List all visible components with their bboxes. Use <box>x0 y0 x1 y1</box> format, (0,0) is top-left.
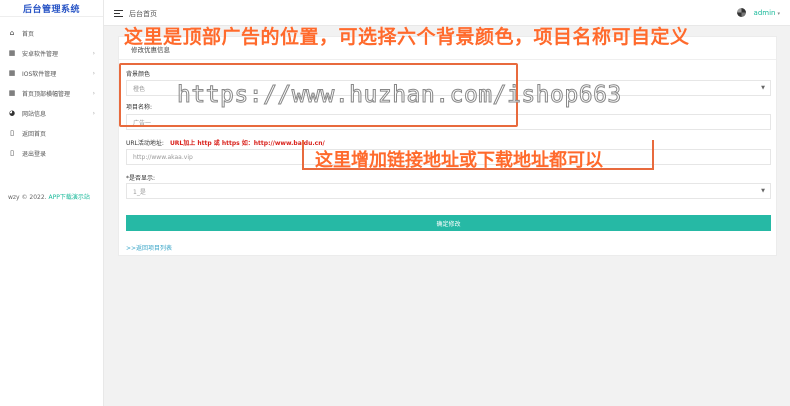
app-logo: 后台管理系统 <box>22 4 80 15</box>
chevron-right-icon: › <box>92 69 95 77</box>
logo-divider <box>0 16 103 17</box>
chevron-right-icon: › <box>92 49 95 57</box>
grid-icon: ▦ <box>8 69 16 77</box>
show-select[interactable]: 1_是 ▼ <box>126 183 771 199</box>
url-placeholder: http://www.akaa.vip <box>133 153 193 161</box>
breadcrumb[interactable]: 后台首页 <box>129 9 157 19</box>
show-label: *是否显示: <box>126 175 156 182</box>
grid-icon: ▦ <box>8 89 16 97</box>
sidebar: 后台管理系统 ⌂ 首页 ▦ 安卓软件管理 › ▦ IOS软件管理 › ▦ 首页顶… <box>0 0 104 406</box>
chevron-right-icon: › <box>92 109 95 117</box>
sidebar-item-home[interactable]: ⌂ 首页 <box>0 23 103 43</box>
user-menu[interactable]: admin ▾ <box>754 9 780 17</box>
page-icon: ▯ <box>10 129 14 137</box>
sidebar-item-label: 安卓软件管理 <box>22 50 59 58</box>
copyright-text: wzy © 2022. <box>8 194 47 201</box>
grid-icon: ▦ <box>8 49 16 57</box>
sidebar-footer: wzy © 2022. APP下载演示站 <box>8 192 90 201</box>
back-to-list-link[interactable]: >>返回项目列表 <box>126 243 172 252</box>
show-value: 1_是 <box>133 188 146 196</box>
card-divider <box>119 59 776 60</box>
sidebar-item-label: 首页顶部横幅管理 <box>22 90 71 98</box>
menu-toggle-icon[interactable] <box>114 10 123 17</box>
select-arrow-icon: ▼ <box>761 188 765 194</box>
sidebar-nav: ⌂ 首页 ▦ 安卓软件管理 › ▦ IOS软件管理 › ▦ 首页顶部横幅管理 ›… <box>0 23 103 163</box>
watermark-text: https://www.huzhan.com/ishop663 <box>177 82 622 109</box>
sidebar-item-label: IOS软件管理 <box>22 70 57 78</box>
select-arrow-icon: ▼ <box>761 85 765 91</box>
user-name: admin <box>753 8 776 17</box>
sidebar-item-banner[interactable]: ▦ 首页顶部横幅管理 › <box>0 83 103 103</box>
chevron-right-icon: › <box>92 89 95 97</box>
url-label: URL活动地址: <box>126 140 164 147</box>
sidebar-item-label: 退出登录 <box>22 150 47 158</box>
sidebar-item-label: 网站信息 <box>22 110 47 118</box>
caret-down-icon: ▾ <box>777 10 780 17</box>
submit-button[interactable]: 确定修改 <box>126 215 771 231</box>
url-label-row: URL活动地址: URL加上 http 或 https 如：http://www.… <box>126 138 325 147</box>
annotation-top-note: 这里是顶部广告的位置，可选择六个背景颜色，项目名称可自定义 <box>124 26 690 48</box>
sidebar-item-label: 首页 <box>22 30 35 38</box>
sidebar-item-ios[interactable]: ▦ IOS软件管理 › <box>0 63 103 83</box>
sidebar-item-android[interactable]: ▦ 安卓软件管理 › <box>0 43 103 63</box>
home-icon: ⌂ <box>9 29 15 37</box>
sidebar-item-label: 返回首页 <box>22 130 47 138</box>
sidebar-item-back-home[interactable]: ▯ 返回首页 <box>0 123 103 143</box>
theme-icon[interactable] <box>736 8 746 17</box>
sidebar-item-logout[interactable]: ▯ 退出登录 <box>0 143 103 163</box>
header-right: admin ▾ <box>736 8 780 17</box>
page-icon: ▯ <box>10 149 14 157</box>
palette-icon: ◕ <box>8 109 16 117</box>
sidebar-item-site-info[interactable]: ◕ 网站信息 › <box>0 103 103 123</box>
annotation-url-note: 这里增加链接地址或下载地址都可以 <box>315 150 603 171</box>
footer-link[interactable]: APP下载演示站 <box>49 194 90 201</box>
